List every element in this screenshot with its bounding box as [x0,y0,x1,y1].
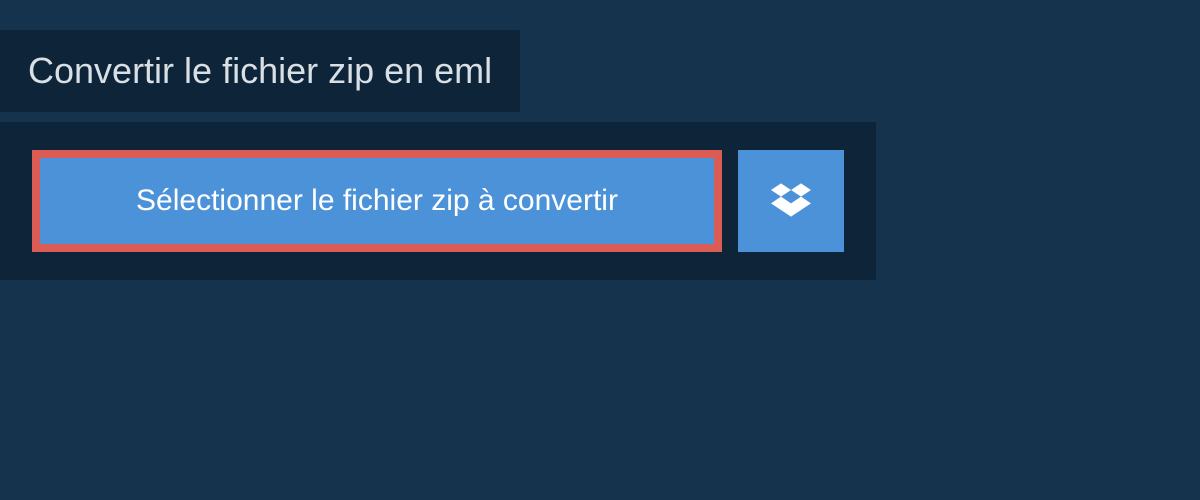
select-file-button[interactable]: Sélectionner le fichier zip à convertir [32,150,722,252]
page-title: Convertir le fichier zip en eml [28,50,492,92]
button-row: Sélectionner le fichier zip à convertir [32,150,844,252]
dropbox-button[interactable] [738,150,844,252]
dropbox-icon [771,180,811,223]
select-file-label: Sélectionner le fichier zip à convertir [136,184,618,217]
page-title-tab: Convertir le fichier zip en eml [0,30,520,112]
action-panel: Sélectionner le fichier zip à convertir [0,122,876,280]
